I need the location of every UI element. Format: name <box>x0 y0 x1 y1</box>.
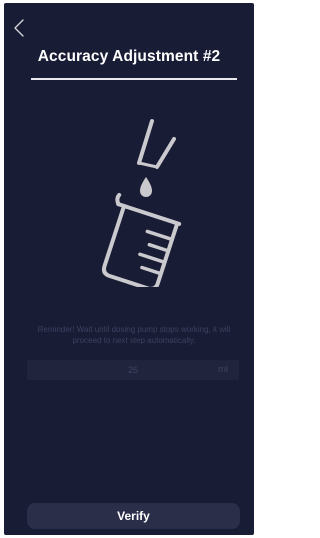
page-title: Accuracy Adjustment #2 <box>37 48 221 65</box>
back-button[interactable] <box>12 18 26 38</box>
reminder-text: Reminder! Wait until dosing pump stops w… <box>37 325 231 345</box>
beaker-dropper-icon <box>82 117 182 291</box>
dropper-icon <box>137 119 176 169</box>
chevron-left-icon <box>14 19 24 37</box>
volume-unit: ml <box>217 364 228 375</box>
volume-input[interactable]: 25 ml <box>27 360 239 380</box>
verify-button[interactable]: Verify <box>27 503 240 529</box>
drop-icon <box>140 177 152 197</box>
volume-value: 25 <box>127 365 138 375</box>
beaker-icon <box>101 192 182 291</box>
title-divider <box>31 78 237 80</box>
app-screen: Accuracy Adjustment #2 Reminder! Wait un <box>4 3 254 535</box>
